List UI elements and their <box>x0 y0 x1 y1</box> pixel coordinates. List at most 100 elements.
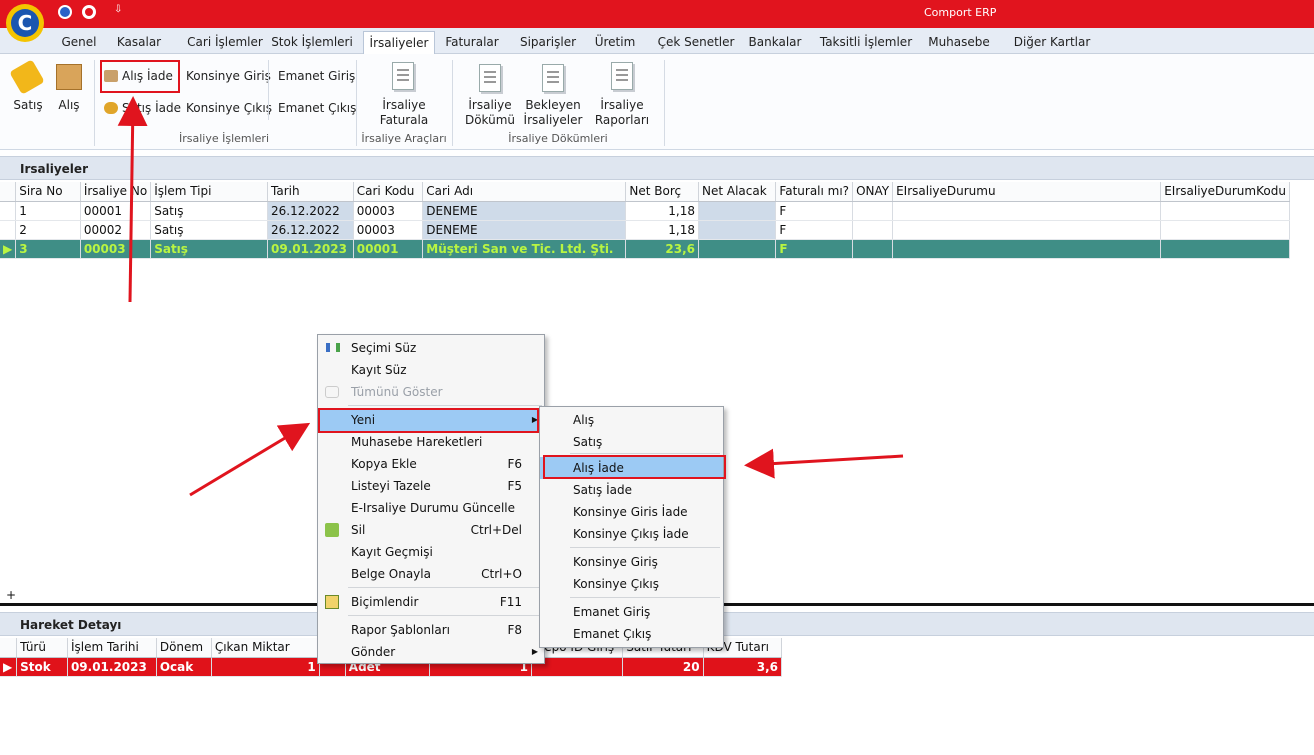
menu-item-listeyi-tazele[interactable]: Listeyi Tazele F5 <box>318 475 544 497</box>
col-header-irsaliye-no[interactable]: İrsaliye No <box>80 182 152 202</box>
tab-bankalar[interactable]: Bankalar <box>742 31 808 54</box>
tab-irsaliyeler[interactable]: İrsaliyeler <box>363 31 435 54</box>
konsinye-cikis-button[interactable]: Konsinye Çıkış <box>186 101 272 115</box>
cell-net-borc[interactable]: 1,18 <box>625 220 699 240</box>
submenu-item-konsinye-cikis-iade[interactable]: Konsinye Çıkış İade <box>540 523 723 545</box>
col-header-eirsaliyedurumkodu[interactable]: EIrsaliyeDurumKodu <box>1160 182 1290 202</box>
app-logo[interactable]: C <box>6 4 44 42</box>
menu-item-sil[interactable]: Sil Ctrl+Del <box>318 519 544 541</box>
submenu-item-alis[interactable]: Alış <box>540 409 723 431</box>
detail-cell-8[interactable]: 20 <box>622 657 704 677</box>
menu-item-bicimlendir[interactable]: Biçimlendir F11 <box>318 591 544 613</box>
alis-button[interactable]: Alış <box>50 64 88 124</box>
tab-uretim[interactable]: Üretim <box>586 31 644 54</box>
cell-tarih[interactable]: 26.12.2022 <box>267 220 354 240</box>
cell-irsaliye-no[interactable]: 00001 <box>80 201 152 221</box>
tab-genel[interactable]: Genel <box>52 31 106 54</box>
tab-cari-islemler[interactable]: Cari İşlemler <box>174 31 276 54</box>
cell-cari-kodu[interactable]: 00003 <box>353 220 424 240</box>
menu-item-rapor-sablonlari[interactable]: Rapor Şablonları F8 <box>318 619 544 641</box>
cell-onay[interactable] <box>852 220 894 240</box>
tab-taksitli-islemler[interactable]: Taksitli İşlemler <box>814 31 918 54</box>
cell-irsaliye-no[interactable]: 00002 <box>80 220 152 240</box>
cell-faturali-mi[interactable]: F <box>775 201 854 221</box>
cell-net-alacak[interactable] <box>698 220 777 240</box>
menu-item-yeni[interactable]: Yeni ▶ <box>318 409 544 431</box>
tab-diger-kartlar[interactable]: Diğer Kartlar <box>1004 31 1100 54</box>
cell-cari-adi[interactable]: Müşteri San ve Tic. Ltd. Şti. <box>422 239 627 259</box>
menu-item-secimi-suz[interactable]: Seçimi Süz <box>318 337 544 359</box>
detail-col-header-islem-tarihi[interactable]: İşlem Tarihi <box>67 638 157 658</box>
emanet-cikis-button[interactable]: Emanet Çıkış <box>278 101 356 115</box>
submenu-item-konsinye-giris-iade[interactable]: Konsinye Giris İade <box>540 501 723 523</box>
menu-item-gonder[interactable]: Gönder ▶ <box>318 641 544 663</box>
info-icon[interactable] <box>58 5 72 19</box>
col-header-tarih[interactable]: Tarih <box>267 182 354 202</box>
col-header-faturali-mi[interactable]: Faturalı mı? <box>775 182 854 202</box>
cell-islem-tipi[interactable]: Satış <box>150 239 269 259</box>
detail-cell-1[interactable]: 09.01.2023 <box>67 657 157 677</box>
cell-irsaliye-no[interactable]: 00003 <box>80 239 152 259</box>
cell-cari-kodu[interactable]: 00003 <box>353 201 424 221</box>
cell-onay[interactable] <box>852 239 894 259</box>
col-header-eirsaliyedurumu[interactable]: EIrsaliyeDurumu <box>892 182 1162 202</box>
menu-item-kopya-ekle[interactable]: Kopya Ekle F6 <box>318 453 544 475</box>
cell-eirsaliyedurumu[interactable] <box>892 239 1162 259</box>
cell-eirsaliyedurumu[interactable] <box>892 220 1162 240</box>
tab-faturalar[interactable]: Faturalar <box>440 31 504 54</box>
quick-access-dropdown-icon[interactable]: ⇩ <box>114 4 122 15</box>
col-header-islem-tipi[interactable]: İşlem Tipi <box>150 182 269 202</box>
cell-eirsaliyedurumkodu[interactable] <box>1160 239 1290 259</box>
table-row[interactable]: 2 00002 Satış 26.12.2022 00003 DENEME 1,18 F <box>0 220 1290 240</box>
menu-item-kayit-gecmisi[interactable]: Kayıt Geçmişi <box>318 541 544 563</box>
col-header-net-alacak[interactable]: Net Alacak <box>698 182 777 202</box>
cell-cari-adi[interactable]: DENEME <box>422 201 627 221</box>
cell-tarih[interactable]: 26.12.2022 <box>267 201 354 221</box>
cell-cari-adi[interactable]: DENEME <box>422 220 627 240</box>
col-header-sira-no[interactable]: Sira No <box>15 182 81 202</box>
cell-faturali-mi[interactable]: F <box>775 239 854 259</box>
detail-cell-3[interactable]: 1 <box>211 657 320 677</box>
menu-item-tumunu-goster[interactable]: Tümünü Göster <box>318 381 544 403</box>
cell-sira-no[interactable]: 1 <box>15 201 81 221</box>
detail-col-header-turu[interactable]: Türü <box>16 638 68 658</box>
cell-eirsaliyedurumkodu[interactable] <box>1160 220 1290 240</box>
irsaliyeler-grid[interactable]: Sira No İrsaliye No İşlem Tipi Tarih Cari Ko… <box>0 182 1290 259</box>
col-header-cari-adi[interactable]: Cari Adı <box>422 182 627 202</box>
menu-item-muhasebe-hareketleri[interactable]: Muhasebe Hareketleri <box>318 431 544 453</box>
submenu-item-satis[interactable]: Satış <box>540 431 723 453</box>
submenu-item-konsinye-giris[interactable]: Konsinye Giriş <box>540 551 723 573</box>
detail-cell-7[interactable] <box>531 657 624 677</box>
cell-faturali-mi[interactable]: F <box>775 220 854 240</box>
cell-net-borc[interactable]: 1,18 <box>625 201 699 221</box>
cell-net-alacak[interactable] <box>698 239 777 259</box>
table-row[interactable]: 1 00001 Satış 26.12.2022 00003 DENEME 1,18 F <box>0 201 1290 221</box>
submenu-item-konsinye-cikis[interactable]: Konsinye Çıkış <box>540 573 723 595</box>
submenu-item-emanet-cikis[interactable]: Emanet Çıkış <box>540 623 723 645</box>
detail-cell-0[interactable]: Stok <box>16 657 68 677</box>
cell-sira-no[interactable]: 3 <box>15 239 81 259</box>
detail-cell-9[interactable]: 3,6 <box>703 657 783 677</box>
submenu-item-alis-iade[interactable]: Alış İade <box>540 457 723 479</box>
menu-item-e-irsaliye-durumu-guncelle[interactable]: E-Irsaliye Durumu Güncelle <box>318 497 544 519</box>
table-row[interactable]: ▶ 3 00003 Satış 09.01.2023 00001 Müşteri San v… <box>0 239 1290 259</box>
tab-stok-islemleri[interactable]: Stok İşlemleri <box>264 31 360 54</box>
cell-net-borc[interactable]: 23,6 <box>625 239 699 259</box>
detail-cell-2[interactable]: Ocak <box>156 657 212 677</box>
cell-eirsaliyedurumu[interactable] <box>892 201 1162 221</box>
cell-eirsaliyedurumkodu[interactable] <box>1160 201 1290 221</box>
tab-kasalar[interactable]: Kasalar <box>108 31 170 54</box>
menu-item-kayit-suz[interactable]: Kayıt Süz <box>318 359 544 381</box>
detail-col-header-cikan-miktar[interactable]: Çıkan Miktar <box>211 638 320 658</box>
konsinye-giris-button[interactable]: Konsinye Giriş <box>186 69 271 83</box>
submenu-item-emanet-giris[interactable]: Emanet Giriş <box>540 601 723 623</box>
cell-cari-kodu[interactable]: 00001 <box>353 239 424 259</box>
new-row-button[interactable]: + <box>6 588 16 602</box>
detail-col-header-donem[interactable]: Dönem <box>156 638 212 658</box>
tab-muhasebe[interactable]: Muhasebe <box>920 31 998 54</box>
tab-siparisler[interactable]: Siparişler <box>512 31 584 54</box>
emanet-giris-button[interactable]: Emanet Giriş <box>278 69 355 83</box>
menu-item-belge-onayla[interactable]: Belge Onayla Ctrl+O <box>318 563 544 585</box>
submenu-item-satis-iade[interactable]: Satış İade <box>540 479 723 501</box>
tab-cek-senetler[interactable]: Çek Senetler <box>650 31 742 54</box>
